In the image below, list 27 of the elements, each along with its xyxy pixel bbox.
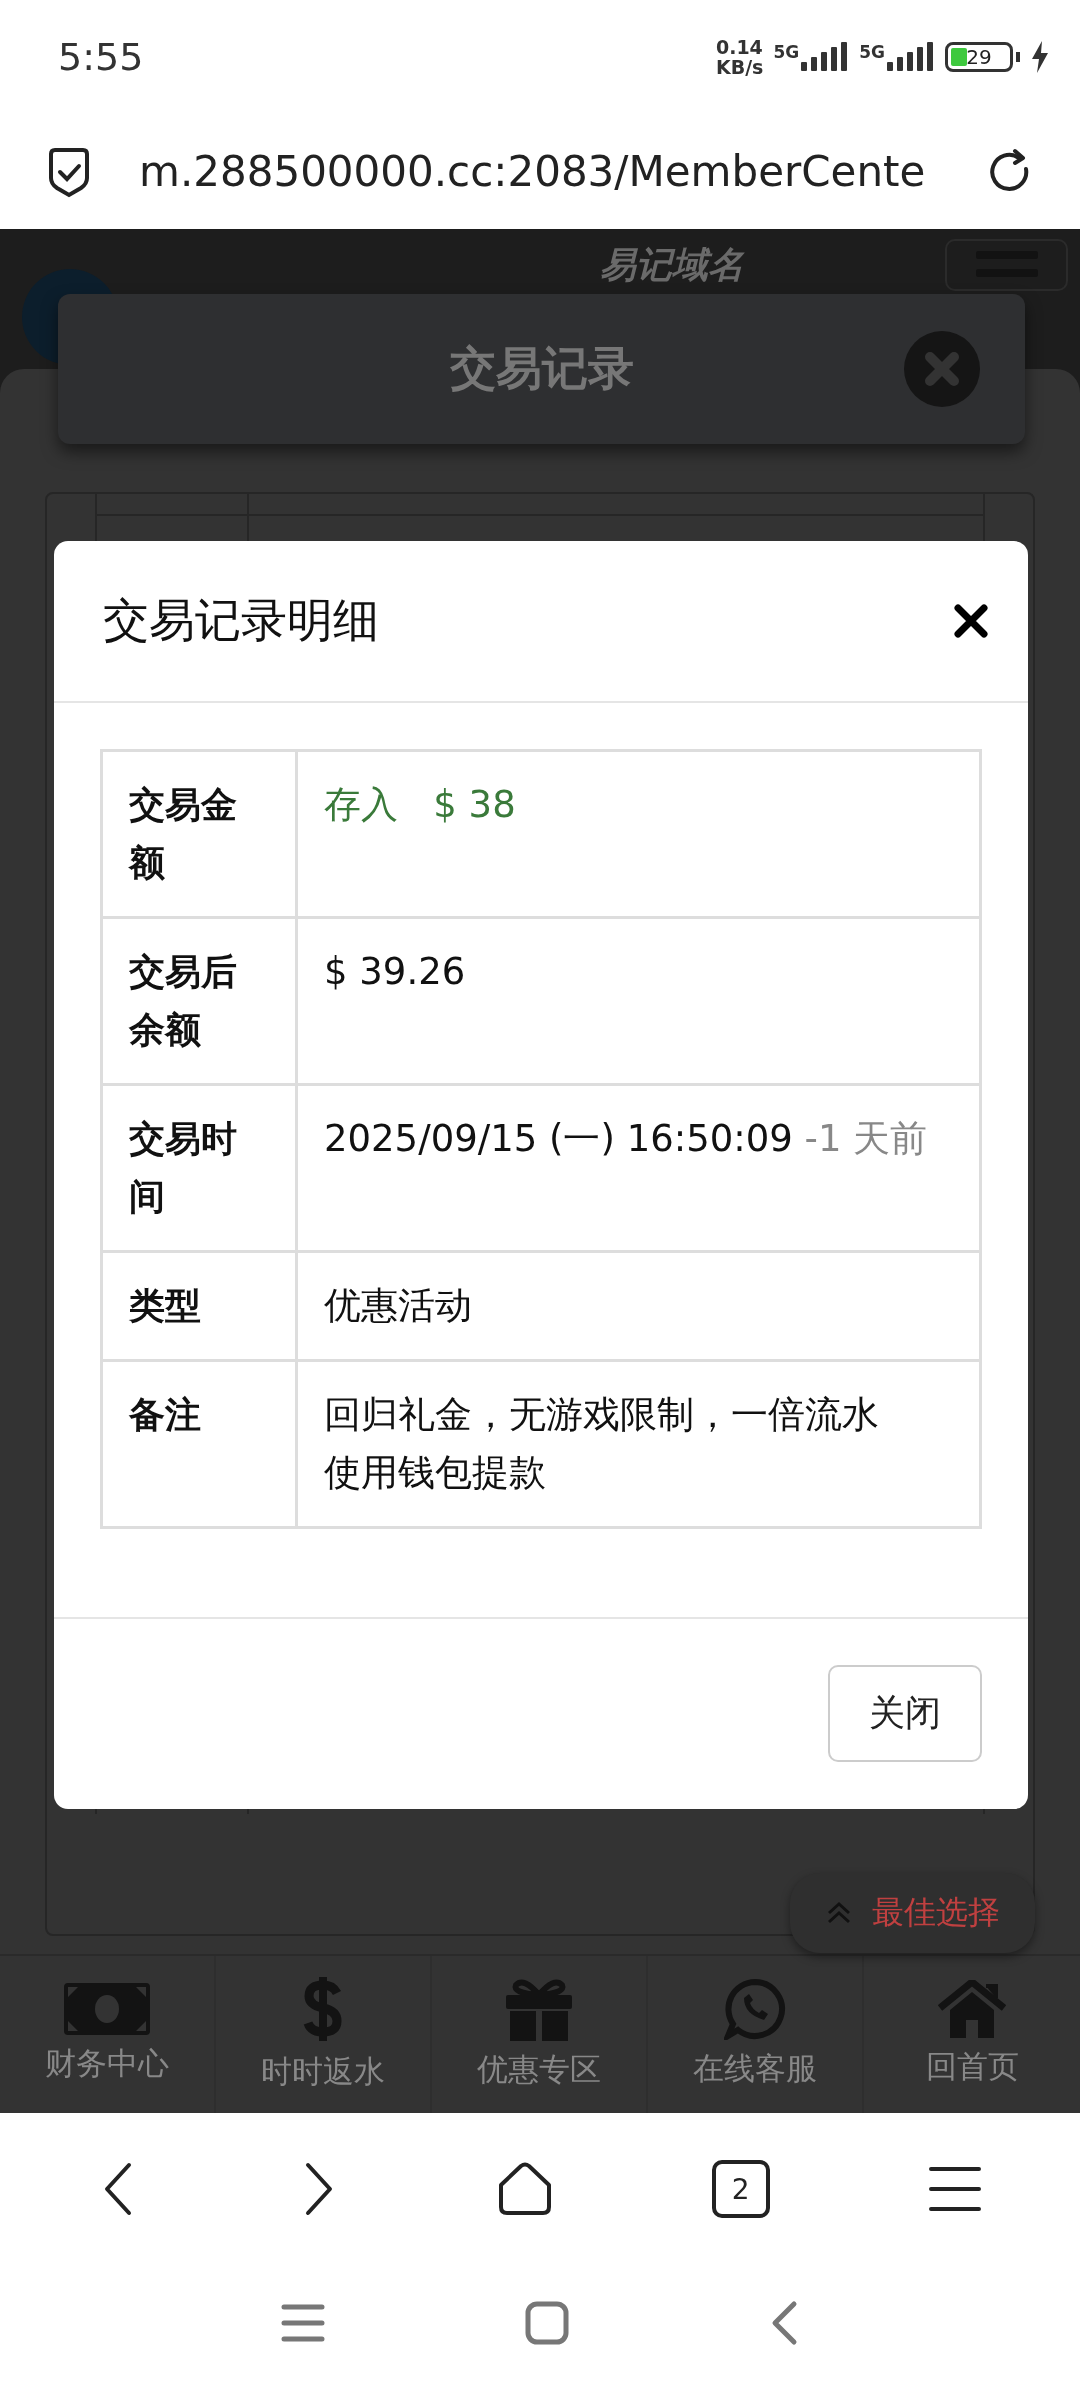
field-value: 优惠活动 <box>296 1251 981 1361</box>
url-text[interactable]: m.288500000.cc:2083/MemberCente <box>139 147 939 197</box>
time-value: 2025/09/15 (一) 16:50:09 -1 天前 <box>296 1084 981 1252</box>
panel-title: 交易记录 <box>449 339 634 397</box>
nav-tab[interactable]: 财务中心 <box>0 1955 216 2113</box>
dialog-title: 交易记录明细 <box>103 591 379 649</box>
site-name: 易记域名 <box>600 242 744 287</box>
amount-value: 存入 $ 38 <box>296 750 981 918</box>
field-label: 交易时间 <box>101 1084 297 1252</box>
network-type: 5G <box>773 42 800 63</box>
network-type: 5G <box>859 42 885 63</box>
field-label: 交易金额 <box>101 750 297 918</box>
network-speed-unit: KB/s <box>715 57 764 78</box>
field-value: $ 39.26 <box>296 917 981 1085</box>
best-choice-button[interactable]: 最佳选择 <box>790 1872 1035 1953</box>
tabs-button[interactable]: 2 <box>711 2160 770 2219</box>
nav-tab[interactable]: 在线客服 <box>648 1955 864 2113</box>
nav-tab[interactable]: 优惠专区 <box>432 1955 648 2113</box>
field-label: 交易后余额 <box>101 917 297 1085</box>
clock: 5:55 <box>58 35 144 80</box>
field-label: 备注 <box>101 1360 297 1528</box>
nav-tab[interactable]: 回首页 <box>864 1955 1080 2113</box>
field-value: 回归礼金，无游戏限制，一倍流水使用钱包提款 <box>296 1360 981 1528</box>
nav-tab[interactable]: 时时返水 <box>216 1955 432 2113</box>
field-label: 类型 <box>101 1251 297 1361</box>
network-speed: 0.14 <box>715 37 764 58</box>
close-button[interactable]: 关闭 <box>828 1665 982 1763</box>
